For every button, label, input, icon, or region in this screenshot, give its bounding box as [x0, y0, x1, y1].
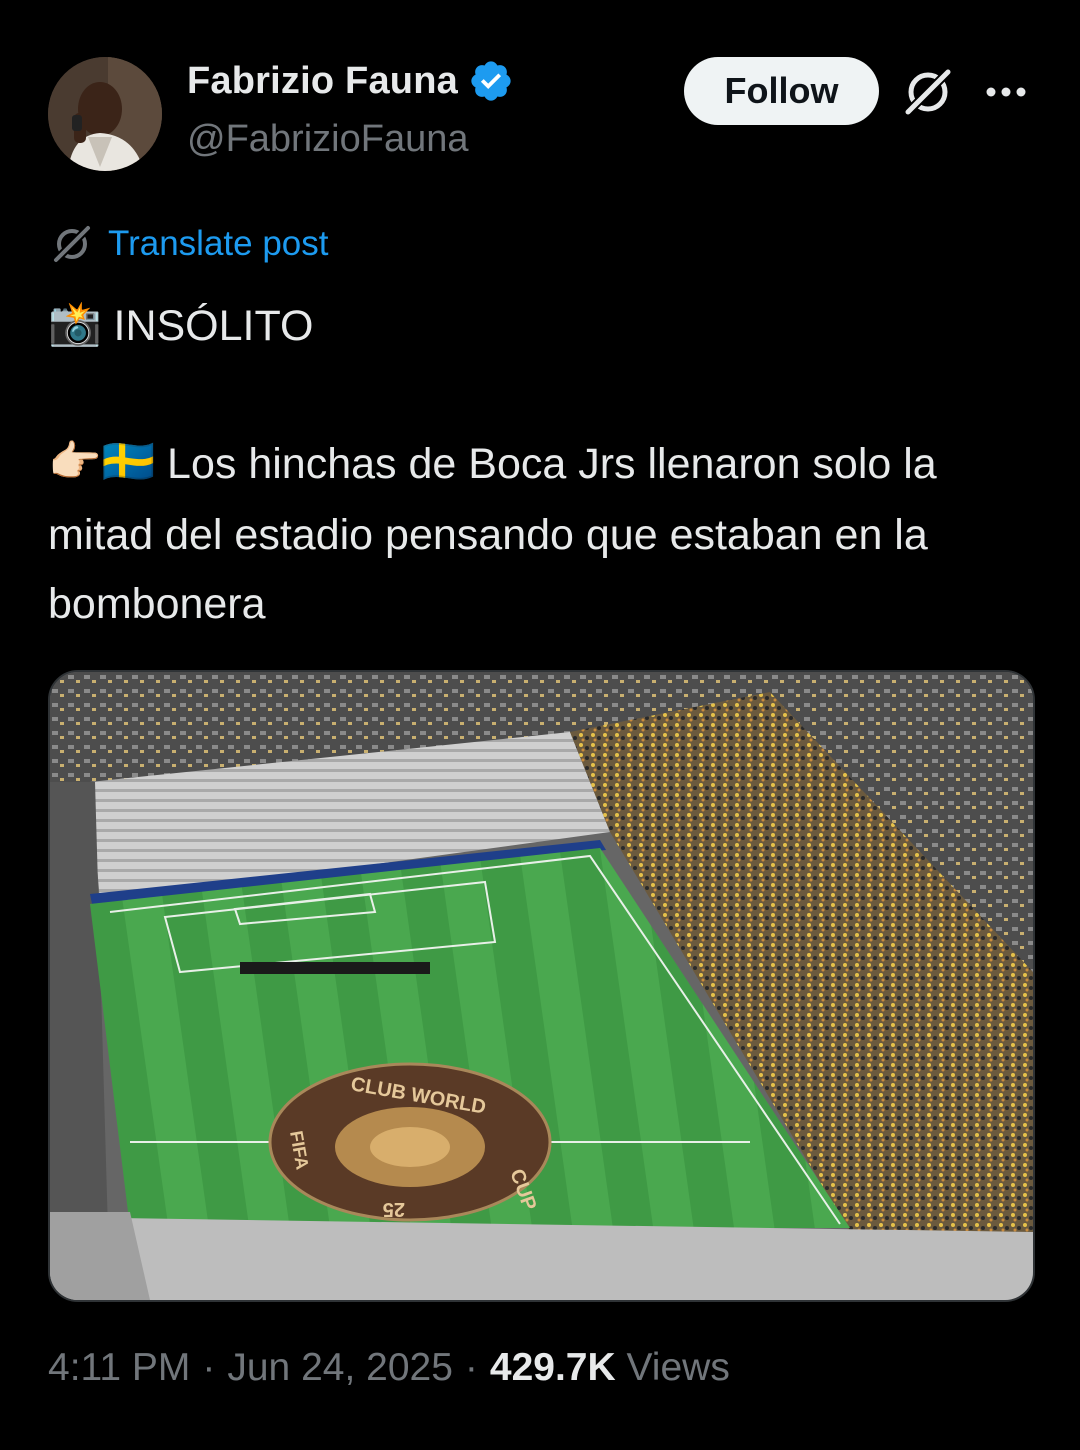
translate-post-label[interactable]: Translate post	[108, 224, 328, 264]
post-text-headline: 📸 INSÓLITO	[48, 292, 1038, 363]
grok-translate-icon	[51, 223, 93, 265]
stadium-photo: CLUB WORLD CUP FIFA 25	[50, 672, 1033, 1300]
author-handle[interactable]: @FabrizioFauna	[187, 118, 468, 161]
camera-flash-emoji: 📸	[48, 300, 102, 349]
views-label: Views	[626, 1346, 730, 1389]
more-options-icon[interactable]	[982, 72, 1030, 112]
avatar[interactable]	[48, 57, 162, 171]
grok-icon[interactable]	[900, 64, 956, 120]
post-body-text: Los hinchas de Boca Jrs llenaron solo la…	[48, 440, 937, 629]
post-headline-text: INSÓLITO	[113, 302, 314, 350]
logo-text-bottom: 25	[383, 1198, 405, 1220]
meta-separator: ·	[202, 1346, 216, 1389]
pointing-sweden-flag-emoji: 👉🏻🇸🇪	[48, 438, 156, 487]
post-meta: 4:11 PM · Jun 24, 2025 · 429.7K Views	[48, 1346, 730, 1390]
translate-post-link[interactable]: Translate post	[50, 222, 328, 266]
author-display-name[interactable]: Fabrizio Fauna	[187, 60, 458, 103]
meta-separator: ·	[464, 1346, 478, 1389]
avatar-image	[48, 57, 162, 171]
verified-badge-icon	[471, 61, 511, 101]
post-time[interactable]: 4:11 PM	[48, 1346, 190, 1390]
views-count: 429.7K	[489, 1346, 616, 1389]
post-media-image[interactable]: CLUB WORLD CUP FIFA 25	[48, 670, 1035, 1302]
post-text-body: 👉🏻🇸🇪 Los hinchas de Boca Jrs llenaron so…	[48, 430, 1038, 639]
follow-button[interactable]: Follow	[684, 57, 879, 125]
post-date[interactable]: Jun 24, 2025	[227, 1346, 453, 1390]
author-name-row[interactable]: Fabrizio Fauna	[187, 58, 514, 104]
